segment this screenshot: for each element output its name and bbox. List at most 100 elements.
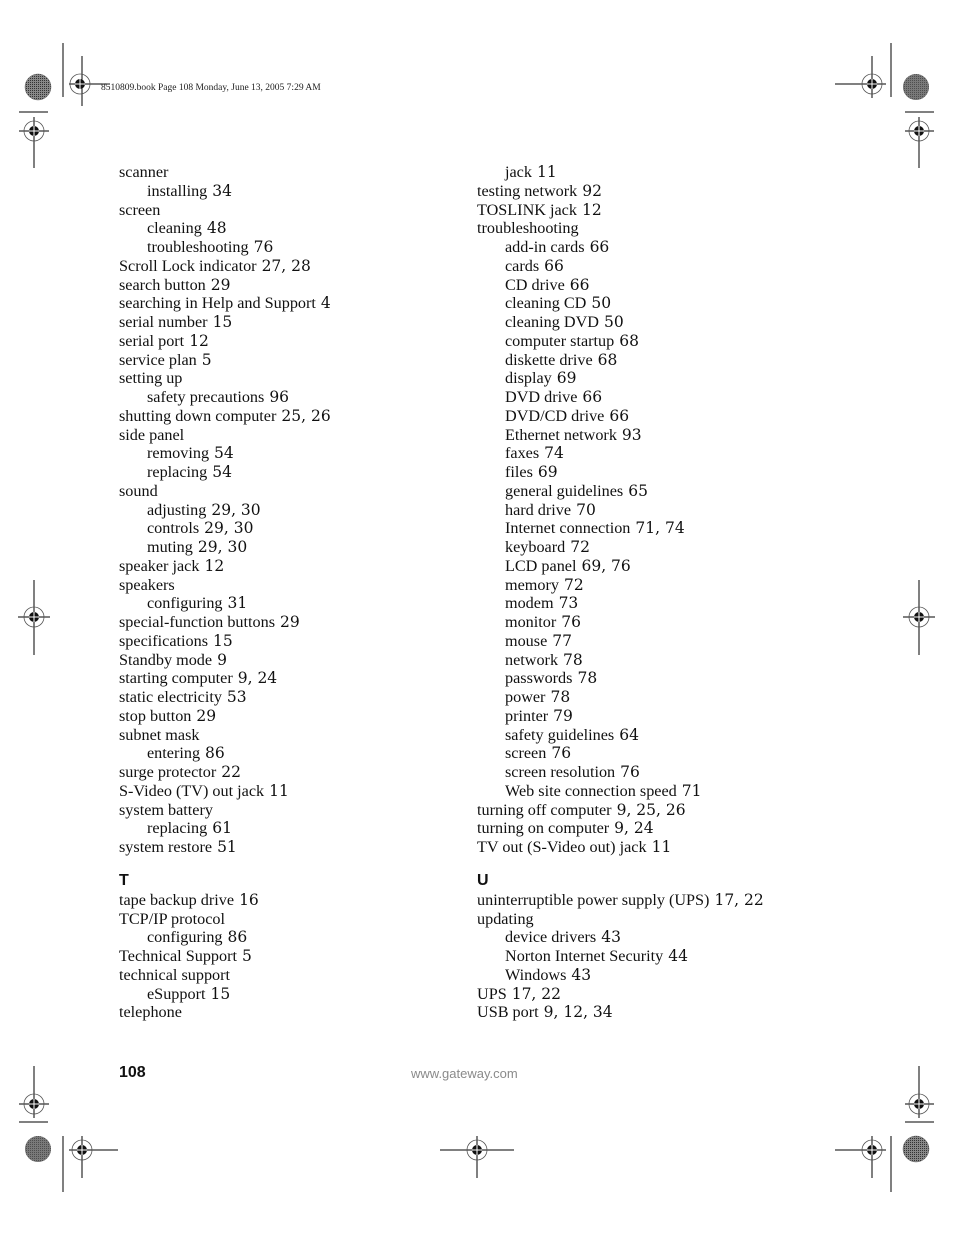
index-term: serial number — [119, 313, 208, 331]
index-page-refs: 61 — [212, 819, 232, 838]
index-term: technical support — [119, 965, 231, 984]
index-entry: search button 29 — [119, 276, 331, 295]
index-page-refs: 78 — [577, 669, 598, 688]
index-subentry: CD drive 66 — [477, 276, 764, 295]
index-subentry: monitor 76 — [477, 613, 764, 632]
index-page-refs: 54 — [214, 444, 234, 463]
index-subentry: power 78 — [477, 688, 764, 707]
index-page-refs: 9, 12, 34 — [543, 1003, 613, 1022]
index-term: Technical Support — [119, 947, 237, 965]
index-term: updating — [477, 909, 534, 928]
index-term: subnet mask — [119, 725, 200, 744]
index-term: entering — [147, 744, 201, 763]
registration-mark-mid-right — [903, 580, 935, 655]
index-subentry: LCD panel 69, 76 — [477, 557, 764, 576]
index-page-refs: 79 — [553, 706, 573, 725]
index-term: USB port — [477, 1003, 539, 1022]
index-page-refs: 9, 24 — [237, 669, 278, 688]
index-subentry: files 69 — [477, 463, 764, 482]
index-subentry: printer 79 — [477, 707, 764, 726]
index-entry: serial port 12 — [119, 332, 331, 351]
index-page-refs: 68 — [597, 350, 618, 369]
index-entry: troubleshooting — [477, 219, 764, 238]
index-term: troubleshooting — [147, 238, 249, 256]
index-entry: technical support — [119, 966, 331, 985]
index-term: cleaning CD — [505, 294, 587, 313]
index-term: adjusting — [147, 500, 207, 519]
index-term: device drivers — [505, 928, 597, 947]
registration-mark-top-left-2 — [19, 111, 49, 168]
index-page-refs: 31 — [227, 594, 248, 613]
index-term: safety guidelines — [505, 725, 615, 744]
index-term: replacing — [147, 819, 208, 838]
index-subentry: replacing 61 — [119, 819, 331, 838]
index-page-refs: 9, 24 — [614, 819, 654, 838]
index-entry: tape backup drive 16 — [119, 891, 331, 910]
index-term: starting computer — [119, 669, 233, 688]
registration-mark-bottom-left-1 — [19, 1066, 49, 1123]
index-subentry: screen 76 — [477, 744, 764, 763]
index-page-refs: 4 — [320, 294, 331, 313]
index-term: stop button — [119, 706, 192, 725]
index-subentry: safety guidelines 64 — [477, 726, 764, 745]
index-subentry: jack 11 — [477, 163, 764, 182]
index-term: CD drive — [505, 275, 565, 294]
index-term: screen resolution — [505, 763, 616, 781]
index-term: mouse — [505, 631, 548, 650]
registration-mark-bottom-left-2 — [69, 1136, 118, 1178]
index-page-refs: 12 — [581, 200, 602, 219]
index-entry: USB port 9, 12, 34 — [477, 1003, 764, 1022]
index-subentry: cleaning DVD 50 — [477, 313, 764, 332]
index-subentry: general guidelines 65 — [477, 482, 764, 501]
footer-url: www.gateway.com — [411, 1066, 518, 1081]
index-page-refs: 34 — [212, 181, 232, 200]
index-entry: testing network 92 — [477, 182, 764, 201]
index-term: general guidelines — [505, 481, 624, 500]
index-entry: scanner — [119, 163, 331, 182]
index-subentry: faxes 74 — [477, 444, 764, 463]
index-page-refs: 66 — [589, 238, 610, 256]
index-term: passwords — [505, 669, 573, 688]
index-entry: system restore 51 — [119, 838, 331, 857]
index-page-refs: 66 — [609, 406, 630, 425]
index-term: replacing — [147, 463, 208, 481]
index-subentry: Windows 43 — [477, 966, 764, 985]
index-subentry: modem 73 — [477, 594, 764, 613]
index-page-refs: 71 — [681, 781, 702, 800]
index-term: modem — [505, 594, 554, 613]
index-subentry: Internet connection 71, 74 — [477, 519, 764, 538]
index-term: DVD/CD drive — [505, 406, 605, 425]
index-entry: setting up — [119, 369, 331, 388]
index-page-refs: 66 — [569, 275, 590, 294]
index-term: network — [505, 650, 559, 669]
index-entry: uninterruptible power supply (UPS) 17, 22 — [477, 891, 764, 910]
index-page-refs: 86 — [205, 744, 225, 763]
index-entry: Technical Support 5 — [119, 947, 331, 966]
index-entry: turning on computer 9, 24 — [477, 819, 764, 838]
index-entry: searching in Help and Support 4 — [119, 294, 331, 313]
index-term: surge protector — [119, 763, 217, 781]
index-entry: TV out (S-Video out) jack 11 — [477, 838, 764, 857]
index-term: LCD panel — [505, 556, 577, 575]
registration-mark-top-left-1 — [69, 56, 110, 106]
index-entry: Standby mode 9 — [119, 651, 331, 670]
index-term: service plan — [119, 350, 197, 369]
index-term: TCP/IP protocol — [119, 909, 225, 928]
index-term: cards — [505, 256, 540, 275]
index-term: add-in cards — [505, 238, 585, 256]
index-term: keyboard — [505, 538, 566, 556]
index-page-refs: 12 — [204, 556, 225, 575]
index-entry: telephone — [119, 1003, 331, 1022]
gray-disc-mark-bottom-left — [25, 1136, 51, 1162]
index-term: Windows — [505, 965, 567, 984]
index-page-refs: 29 — [210, 275, 231, 294]
index-term: TV out (S-Video out) jack — [477, 838, 647, 856]
index-subentry: safety precautions 96 — [119, 388, 331, 407]
index-page-refs: 77 — [552, 631, 572, 650]
print-slug-header: 8510809.book Page 108 Monday, June 13, 2… — [101, 83, 321, 93]
index-term: system battery — [119, 800, 213, 819]
index-entry: speakers — [119, 576, 331, 595]
index-subentry: computer startup 68 — [477, 332, 764, 351]
index-page-refs: 69 — [556, 369, 577, 388]
index-term: UPS — [477, 984, 507, 1003]
